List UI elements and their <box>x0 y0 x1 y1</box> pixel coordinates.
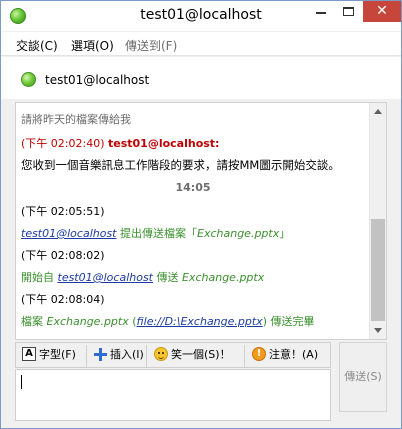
chat-message: 請將昨天的檔案傳給我 <box>21 113 131 126</box>
contact-header: test01@localhost <box>1 57 401 99</box>
message-time: (下午 02:08:02) <box>21 249 105 262</box>
chat-window: test01@localhost ✕ 交談(C) 選項(O) 傳送到(F) te… <box>0 0 402 429</box>
smile-button[interactable]: 笑一個(S)！ <box>154 346 231 366</box>
menu-send-to[interactable]: 傳送到(F) <box>125 37 177 54</box>
insert-button[interactable]: 插入(I) <box>94 346 144 366</box>
file-transfer-complete: 檔案 Exchange.pptx (file://D:\Exchange.ppt… <box>21 315 315 328</box>
message-sender: test01@localhost: <box>107 137 220 150</box>
sender-link[interactable]: test01@localhost <box>21 227 117 240</box>
toolbar-divider <box>244 345 245 367</box>
minimize-icon <box>316 12 326 14</box>
toolbar-divider <box>86 345 87 367</box>
message-time: (下午 02:05:51) <box>21 205 105 218</box>
compose-toolbar: A 字型(F) 插入(I) 笑一個(S)！ ! 注意！(A) <box>15 342 331 368</box>
menu-conversation[interactable]: 交談(C) <box>16 37 58 54</box>
menu-bar: 交談(C) 選項(O) 傳送到(F) <box>1 32 401 56</box>
attention-button[interactable]: ! 注意！(A) <box>252 346 318 366</box>
close-icon: ✕ <box>376 3 388 19</box>
toolbar-divider <box>146 345 147 367</box>
scroll-down-button[interactable] <box>370 322 386 339</box>
maximize-button[interactable] <box>335 1 363 22</box>
title-bar: test01@localhost ✕ <box>1 1 401 31</box>
file-name: Exchange.pptx <box>182 271 265 284</box>
file-transfer-start: 開始自 test01@localhost 傳送 Exchange.pptx <box>21 271 265 284</box>
chat-message: 您收到一個音樂訊息工作階段的要求，請按MM圖示開始交談。 <box>21 158 340 172</box>
font-icon: A <box>22 347 36 361</box>
send-button[interactable]: 傳送(S) <box>339 342 387 412</box>
message-time: (下午 02:08:04) <box>21 293 105 306</box>
chat-history[interactable]: 請將昨天的檔案傳給我 (下午 02:02:40) test01@localhos… <box>15 102 387 340</box>
text-caret <box>21 375 22 389</box>
file-transfer-request: test01@localhost 提出傳送檔案「Exchange.pptx」 <box>21 227 291 240</box>
chat-message-header: (下午 02:02:40) test01@localhost: <box>21 135 219 151</box>
close-button[interactable]: ✕ <box>363 1 401 22</box>
menu-options[interactable]: 選項(O) <box>71 37 114 54</box>
minimize-button[interactable] <box>307 1 335 22</box>
plus-icon <box>94 347 107 361</box>
scrollbar-thumb[interactable] <box>371 219 385 321</box>
message-time: (下午 02:02:40) <box>21 137 105 150</box>
date-separator: 14:05 <box>175 181 211 194</box>
file-path-link[interactable]: file://D:\Exchange.pptx <box>137 315 263 328</box>
chat-scrollbar[interactable] <box>369 103 386 339</box>
arrow-up-icon <box>374 109 382 114</box>
alert-icon: ! <box>252 347 266 361</box>
online-status-icon <box>21 72 36 87</box>
file-name: Exchange.pptx <box>197 227 280 240</box>
sender-link[interactable]: test01@localhost <box>58 271 154 284</box>
font-button[interactable]: A 字型(F) <box>22 346 76 366</box>
file-name: Exchange.pptx <box>46 315 129 328</box>
smiley-icon <box>154 347 168 361</box>
maximize-icon <box>343 7 354 16</box>
arrow-down-icon <box>374 328 382 333</box>
scroll-up-button[interactable] <box>370 103 386 120</box>
contact-name: test01@localhost <box>45 73 150 87</box>
message-input[interactable] <box>15 369 331 421</box>
